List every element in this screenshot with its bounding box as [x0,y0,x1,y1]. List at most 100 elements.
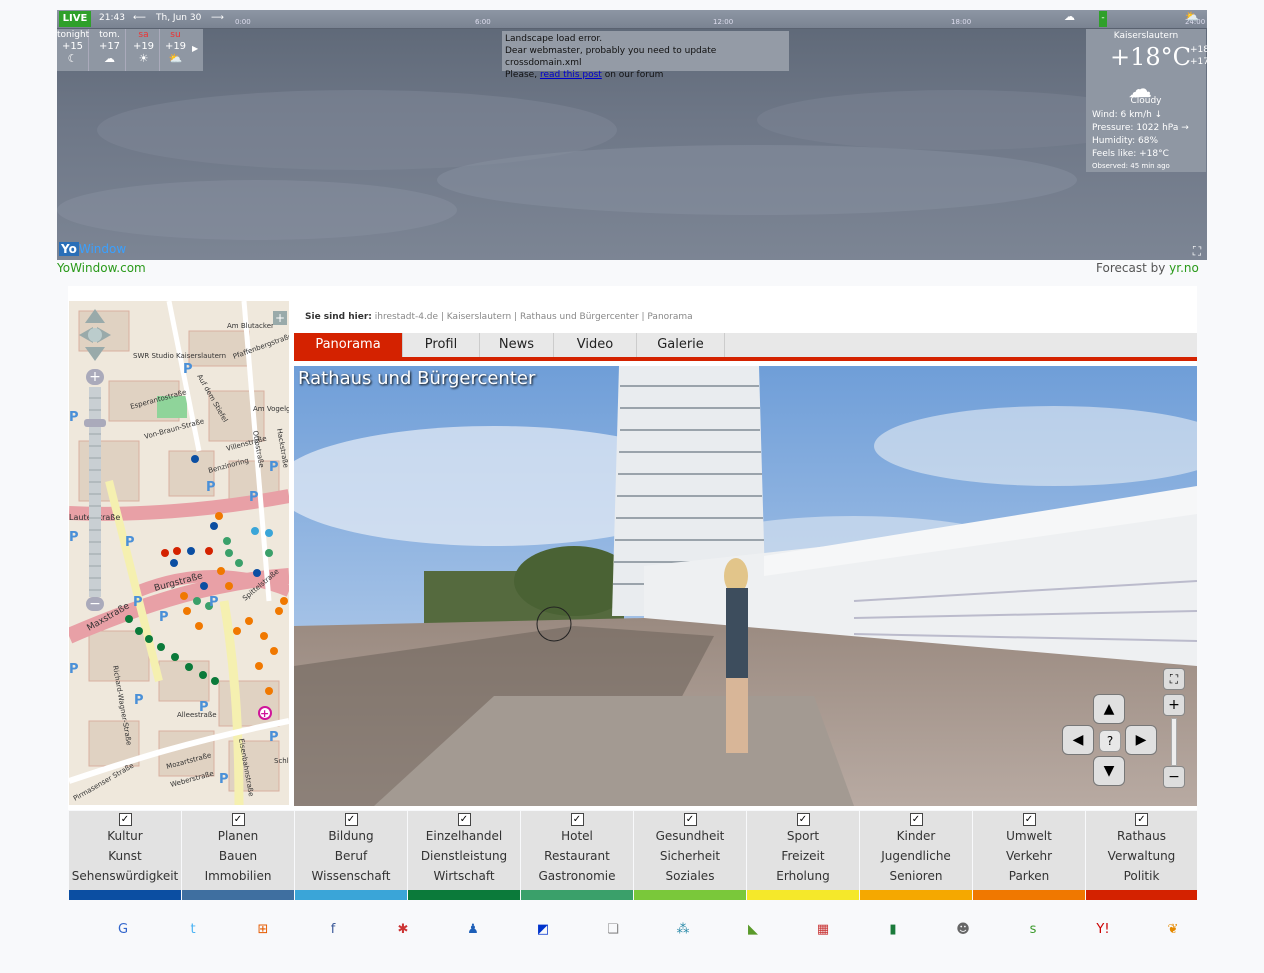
panorama-down-button[interactable]: ▼ [1093,756,1125,786]
panorama-up-button[interactable]: ▲ [1093,694,1125,724]
next-day-arrow-icon[interactable]: ⟶ [211,13,224,23]
reddit-icon[interactable]: ☻ [955,922,971,938]
fullscreen-icon[interactable]: ⛶ [1190,244,1204,258]
category-line: Verkehr [1005,849,1053,863]
category-line: Planen [217,829,259,843]
category-bildung[interactable]: ✓ Bildung Beruf Wissenschaft [295,811,407,900]
forecast-day-tomorrow[interactable]: tom. +17 ☁ [94,29,126,71]
tab-video[interactable]: Video [554,333,637,357]
yowindow-widget[interactable]: LIVE 21:43 ⟵ Th, Jun 30 ⟶ 0:00 6:00 12:0… [57,10,1207,260]
tab-profil[interactable]: Profil [403,333,480,357]
category-checkbox[interactable]: ✓ [909,813,923,826]
map-expand-icon[interactable]: + [273,311,287,325]
stumbleupon-icon[interactable]: s [1025,922,1041,938]
category-line: Dienstleistung [420,849,508,863]
yigg-icon[interactable]: ✱ [395,922,411,938]
category-line: Kinder [896,829,936,843]
category-einzelhandel[interactable]: ✓ Einzelhandel Dienstleistung Wirtschaft [408,811,520,900]
forecast-strip[interactable]: tonight +15 ☾ tom. +17 ☁ sa +19 ☀ su +19… [57,29,203,71]
forecast-day-label: tonight [57,30,90,40]
panorama-right-button[interactable]: ▶ [1125,725,1157,755]
feels-like-value: Feels like: +18°C [1092,149,1169,159]
category-checkbox[interactable]: ✓ [231,813,245,826]
oneview-icon[interactable]: ▮ [885,922,901,938]
facebook-icon[interactable]: f [325,922,341,938]
moon-cloud-icon: ☾ [67,52,78,65]
category-checkbox[interactable]: ✓ [570,813,584,826]
category-umwelt[interactable]: ✓ Umwelt Verkehr Parken [973,811,1085,900]
prev-day-arrow-icon[interactable]: ⟵ [133,13,146,23]
svg-text:P: P [206,480,216,495]
svg-text:P: P [69,662,79,677]
panorama-zoom-out-button[interactable]: − [1163,766,1185,788]
category-line: Senioren [889,869,943,883]
panorama-zoom-in-button[interactable]: + [1163,694,1185,716]
map-zoom-in-button[interactable]: + [86,369,104,385]
google-icon[interactable]: G [115,922,131,938]
logo-window: Window [78,242,127,256]
category-gesundheit[interactable]: ✓ Gesundheit Sicherheit Soziales [634,811,746,900]
category-checkbox[interactable]: ✓ [457,813,471,826]
category-checkbox[interactable]: ✓ [344,813,358,826]
tick-0: 0:00 [235,18,251,26]
category-rathaus[interactable]: ✓ Rathaus Verwaltung Politik [1086,811,1197,900]
street-map[interactable]: PPP PPP PPP PPP PPP Am Blutacker SWR Stu… [69,301,289,805]
category-checkbox[interactable]: ✓ [796,813,810,826]
misterwong-dots-icon[interactable]: ⁂ [675,922,691,938]
breadcrumb: Sie sind hier: ihrestadt-4.de | Kaisersl… [305,312,693,322]
map-zoom-out-button[interactable]: − [86,597,104,611]
forecast-day-tonight[interactable]: tonight +15 ☾ [57,29,89,71]
category-line: Kunst [108,849,142,863]
category-kultur[interactable]: ✓ Kultur Kunst Sehenswürdigkeit [69,811,181,900]
map-zoom-handle[interactable] [84,419,106,427]
tab-bar: Panorama Profil News Video Galerie [294,333,1197,361]
street-label: Am Blutacker [227,322,274,330]
yowindow-logo[interactable]: Yo Window [59,242,126,256]
tab-galerie[interactable]: Galerie [637,333,725,357]
read-this-post-link[interactable]: read this post [540,70,602,80]
yowindow-link[interactable]: YoWindow.com [57,261,146,275]
humidity-value: Humidity: 68% [1092,136,1159,146]
linkarena-icon[interactable]: ◣ [745,922,761,938]
category-color-bar [860,890,972,900]
panorama-fullscreen-button[interactable]: ⛶ [1163,668,1185,690]
category-planen[interactable]: ✓ Planen Bauen Immobilien [182,811,294,900]
current-weather-panel[interactable]: Kaiserslautern +18°C +18 +17 ☁ Cloudy Win… [1086,29,1207,172]
category-checkbox[interactable]: ✓ [1022,813,1036,826]
delicious-icon[interactable]: ◩ [535,922,551,938]
current-date: Th, Jun 30 [156,13,202,23]
tab-news[interactable]: News [480,333,554,357]
category-checkbox[interactable]: ✓ [683,813,697,826]
category-checkbox[interactable]: ✓ [1135,813,1148,826]
mister-wong-icon[interactable]: ❏ [605,922,621,938]
forecast-credit-label: Forecast by [1096,261,1166,275]
forecast-next-icon[interactable]: ▶ [192,44,198,53]
category-sport[interactable]: ✓ Sport Freizeit Erholung [747,811,859,900]
favorites-icon[interactable]: ❦ [1165,922,1181,938]
sun-icon: ☀ [138,52,149,65]
panorama-zoom-slider[interactable] [1171,718,1177,766]
category-checkbox[interactable]: ✓ [118,813,132,826]
myspace-icon[interactable]: ♟ [465,922,481,938]
timeline-bar[interactable]: LIVE 21:43 ⟵ Th, Jun 30 ⟶ 0:00 6:00 12:0… [57,10,1207,29]
twitter-icon[interactable]: t [185,922,201,938]
panorama-left-button[interactable]: ◀ [1062,725,1094,755]
time-slider-handle[interactable]: - [1099,11,1107,27]
category-line: Wirtschaft [433,869,495,883]
temp-high-low: +18 +17 [1190,44,1207,68]
windows-live-icon[interactable]: ⊞ [255,922,271,938]
breadcrumb-path[interactable]: ihrestadt-4.de | Kaiserslautern | Rathau… [375,312,693,322]
live-button[interactable]: LIVE [59,11,91,27]
forecast-day-sa[interactable]: sa +19 ☀ [128,29,160,71]
panorama-viewer[interactable]: Rathaus und Bürgercenter ⛶ + − ▲ ◀ ? ▶ ▼ [294,366,1197,806]
yr-no-link[interactable]: yr.no [1169,261,1199,275]
category-hotel[interactable]: ✓ Hotel Restaurant Gastronomie [521,811,633,900]
forecast-day-su[interactable]: su +19 ⛅ [160,29,191,71]
map-pan-control[interactable] [79,309,111,361]
panorama-help-button[interactable]: ? [1099,730,1121,752]
category-line: Sport [786,829,820,843]
webnews-icon[interactable]: ▦ [815,922,831,938]
tab-panorama[interactable]: Panorama [294,333,403,357]
yahoo-icon[interactable]: Y! [1095,922,1111,938]
category-kinder[interactable]: ✓ Kinder Jugendliche Senioren [860,811,972,900]
